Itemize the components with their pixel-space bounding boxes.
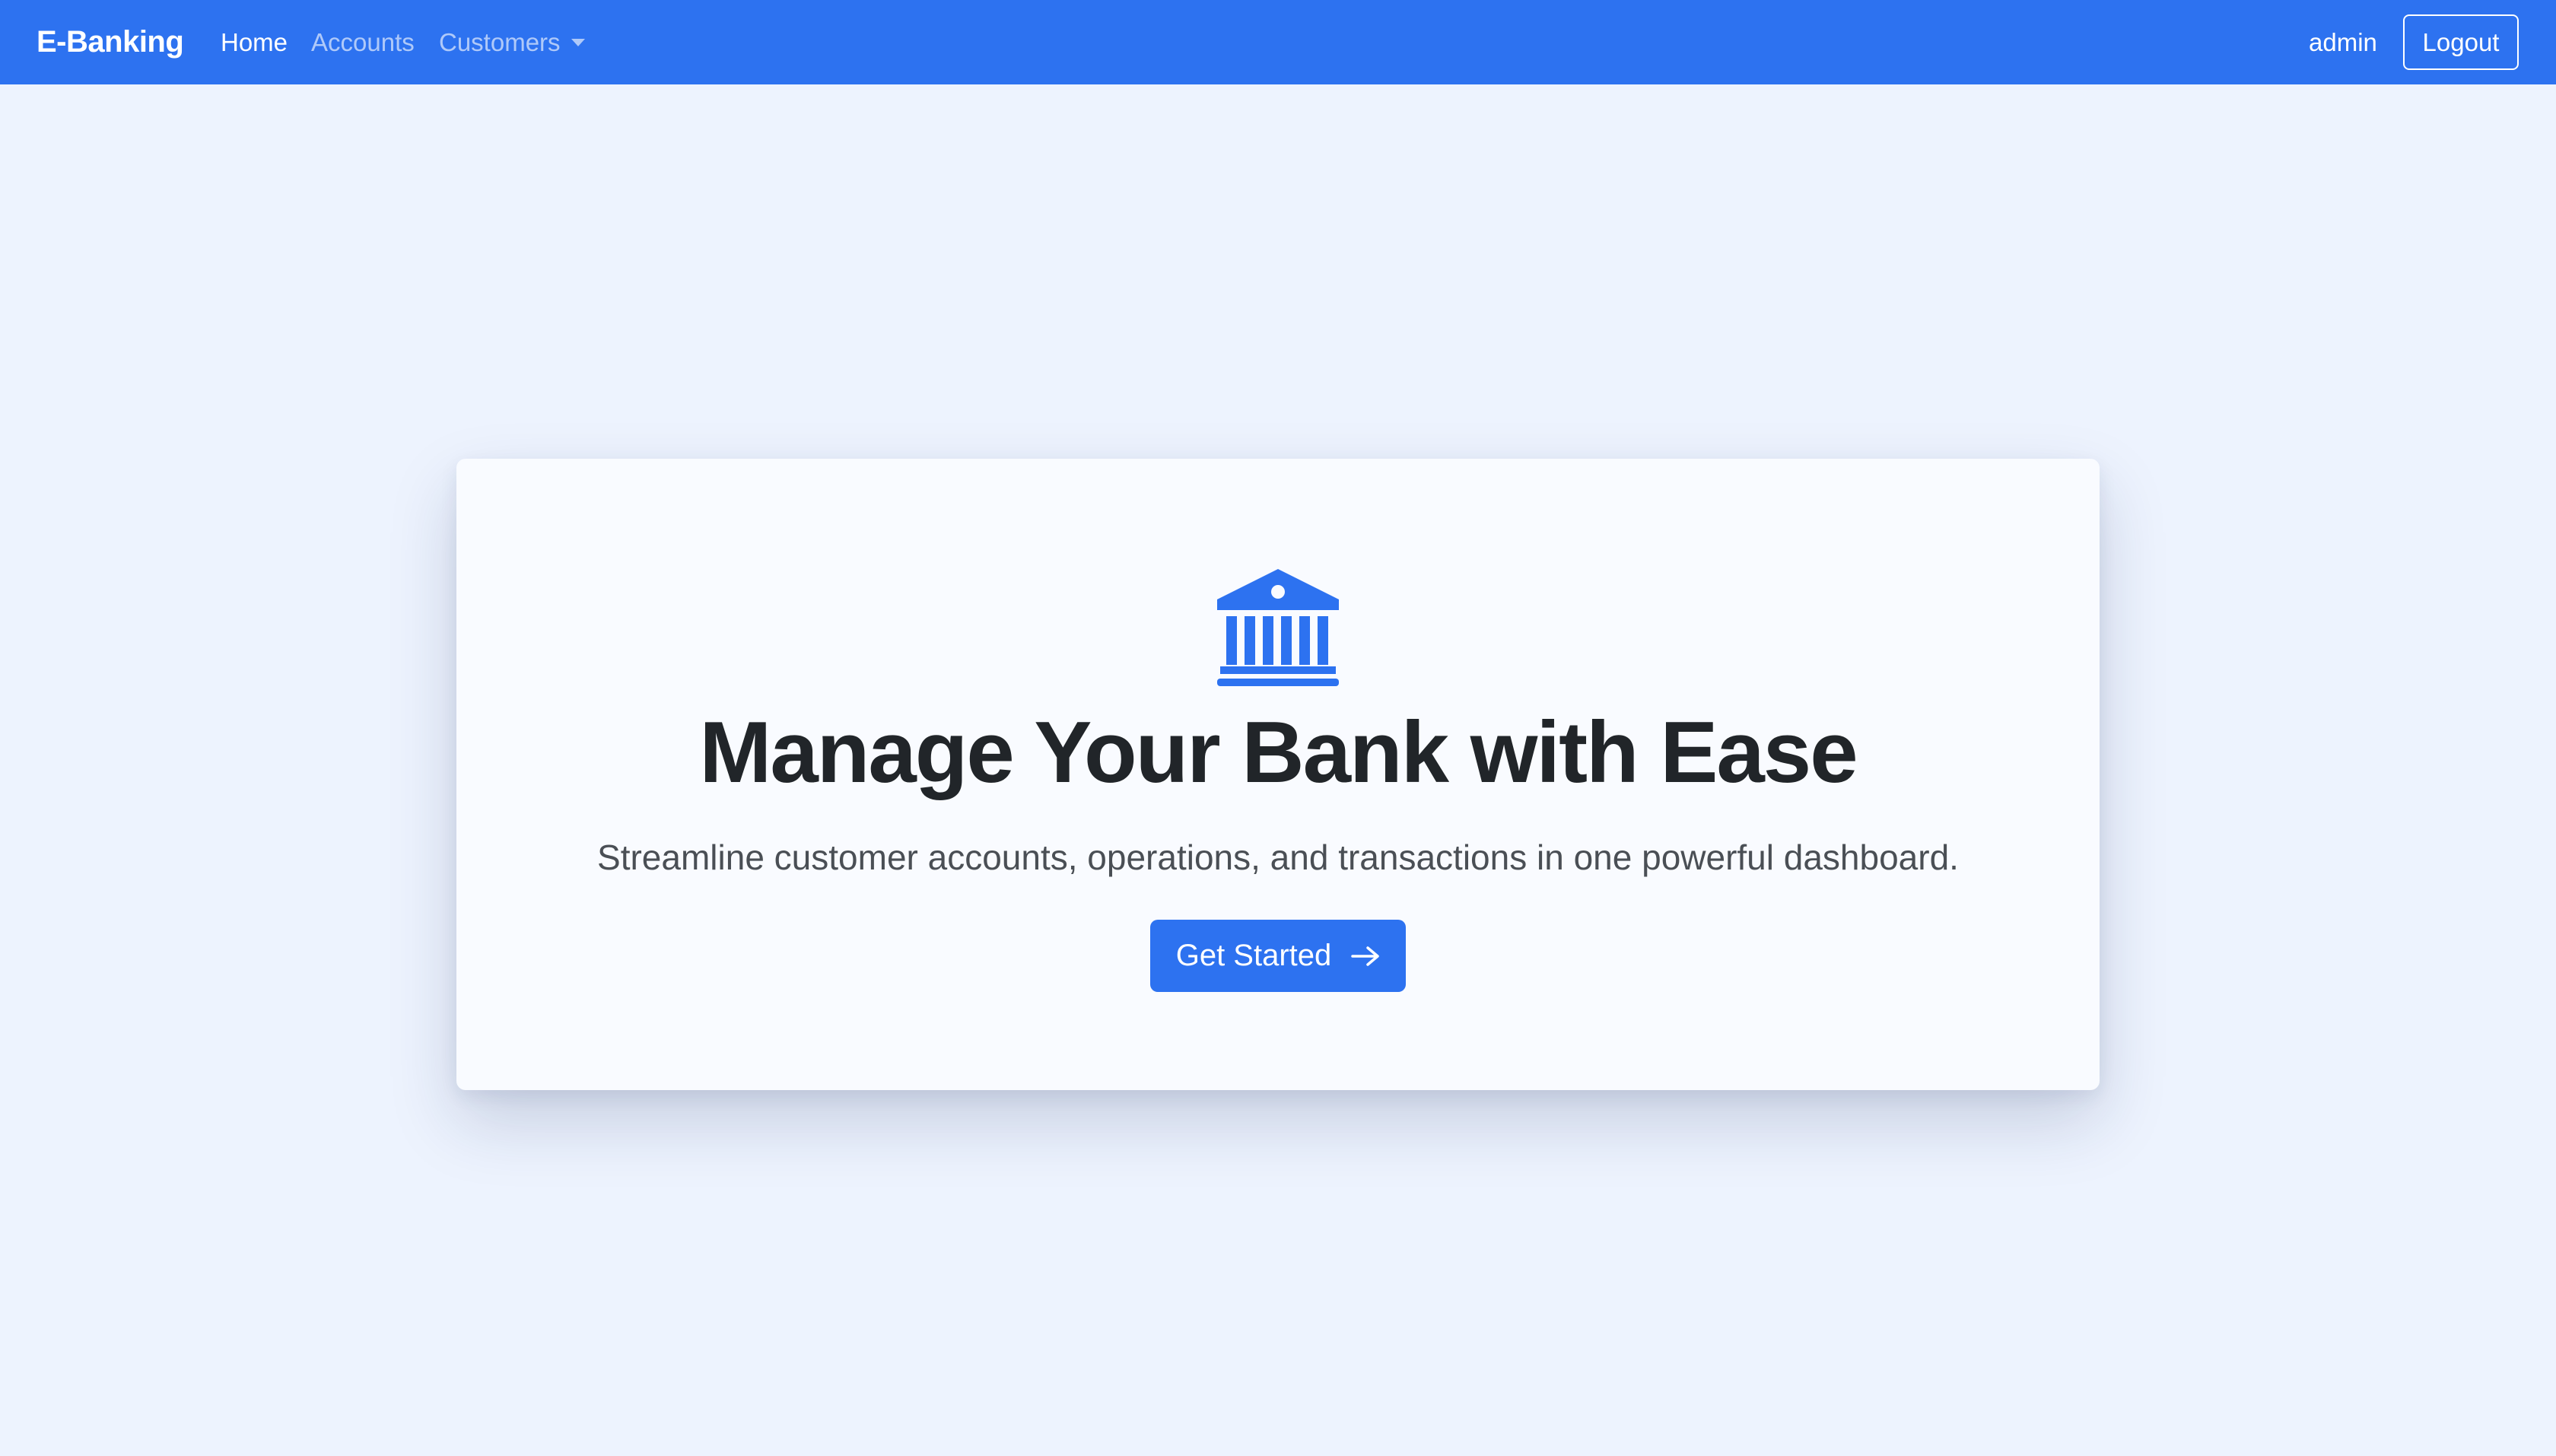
brand-logo[interactable]: E-Banking (37, 0, 184, 84)
username-label: admin (2309, 28, 2377, 56)
top-navbar: E-Banking Home Accounts Customers admin … (0, 0, 2556, 84)
nav-accounts[interactable]: Accounts (311, 0, 415, 84)
hero-subtitle: Streamline customer accounts, operations… (597, 838, 1959, 877)
get-started-label: Get Started (1175, 939, 1332, 972)
logout-button[interactable]: Logout (2403, 14, 2519, 70)
arrow-right-icon (1351, 946, 1380, 966)
nav-customers-label: Customers (439, 28, 561, 56)
hero-title: Manage Your Bank with Ease (699, 704, 1858, 801)
nav-home[interactable]: Home (221, 0, 288, 84)
nav-customers-dropdown[interactable]: Customers (439, 0, 585, 84)
bank-icon (1217, 569, 1339, 686)
get-started-button[interactable]: Get Started (1150, 920, 1406, 992)
caret-down-icon (571, 39, 585, 47)
